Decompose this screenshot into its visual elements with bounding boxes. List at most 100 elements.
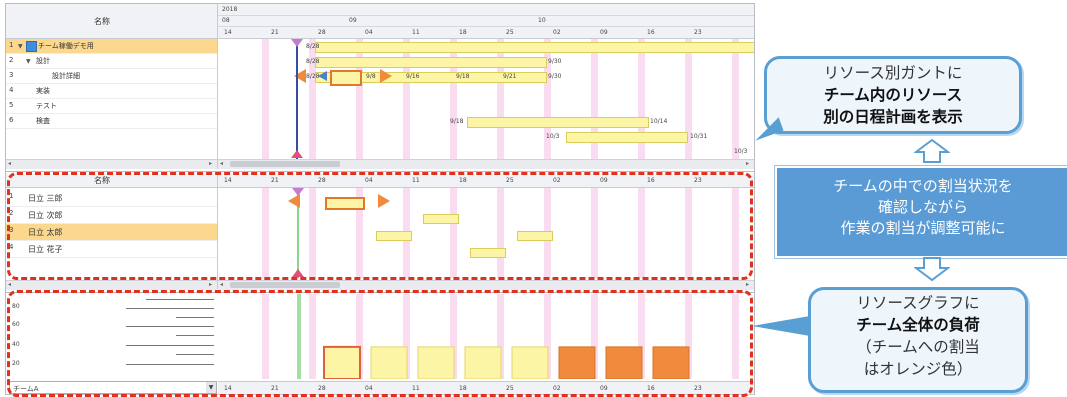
message-line: チームの中での割当状況を bbox=[833, 177, 1013, 195]
scroll-left-icon[interactable]: ◂ bbox=[8, 160, 11, 167]
callout-bottom: リソースグラフに チーム全体の負荷 （チームへの割当 はオレンジ色） bbox=[808, 287, 1028, 393]
day-label: 11 bbox=[412, 29, 420, 36]
horizontal-scrollbar[interactable]: ◂ ▸ bbox=[6, 159, 217, 169]
scroll-left-icon[interactable]: ◂ bbox=[220, 160, 223, 167]
date-label: 10/3 bbox=[546, 133, 560, 140]
timeline-header: 2018 08 09 10 14 21 28 04 11 18 25 02 09… bbox=[218, 4, 754, 39]
day-label: 04 bbox=[365, 29, 373, 36]
date-label: 9/21 bbox=[503, 73, 517, 80]
scroll-right-icon[interactable]: ▸ bbox=[746, 160, 749, 167]
name-column-header: 名称 bbox=[94, 17, 110, 26]
row-number: 5 bbox=[9, 101, 14, 109]
date-label: 9/8 bbox=[366, 73, 376, 80]
row-number: 4 bbox=[9, 86, 14, 94]
callout-line: 別の日程計画を表示 bbox=[823, 108, 963, 126]
day-label: 14 bbox=[224, 29, 232, 36]
date-label: 9/18 bbox=[450, 118, 464, 125]
date-label: 9/18 bbox=[456, 73, 470, 80]
weekend-column bbox=[732, 39, 739, 159]
scroll-right-icon[interactable]: ▸ bbox=[209, 281, 212, 288]
callout-line: （チームへの割当 bbox=[856, 338, 980, 356]
today-marker-icon bbox=[291, 39, 303, 47]
date-label: 9/30 bbox=[548, 73, 562, 80]
header-rule bbox=[218, 15, 754, 16]
date-label: 10/31 bbox=[690, 133, 708, 140]
callout-line: チーム全体の負荷 bbox=[856, 316, 980, 334]
today-marker-icon bbox=[291, 150, 303, 158]
scroll-left-icon[interactable]: ◂ bbox=[220, 281, 223, 288]
task-row[interactable]: 6 検査 bbox=[6, 114, 217, 129]
callout-line: チーム内のリソース bbox=[823, 86, 963, 104]
top-name-header: 名称 bbox=[6, 4, 217, 39]
scroll-right-icon[interactable]: ▸ bbox=[746, 281, 749, 288]
task-label: 実装 bbox=[36, 87, 50, 95]
project-icon bbox=[26, 41, 37, 52]
month-label: 08 bbox=[222, 17, 230, 24]
today-line bbox=[296, 39, 298, 159]
collapse-icon[interactable]: ▼ bbox=[18, 43, 23, 50]
move-right-arrow-icon[interactable] bbox=[380, 69, 392, 83]
center-message-box: チームの中での割当状況を 確認しながら 作業の割当が調整可能に bbox=[775, 166, 1067, 258]
header-rule bbox=[218, 26, 754, 27]
day-label: 18 bbox=[459, 29, 467, 36]
callout-line: リソース別ガントに bbox=[823, 64, 963, 82]
task-bar[interactable] bbox=[566, 132, 688, 143]
collapse-icon[interactable]: ▼ bbox=[26, 58, 31, 65]
scroll-left-icon[interactable]: ◂ bbox=[8, 281, 11, 288]
task-row[interactable]: 1 ▼ チーム稼働デモ用 bbox=[6, 39, 217, 54]
task-bar[interactable] bbox=[467, 117, 649, 128]
date-label: 8/28 bbox=[306, 58, 320, 65]
task-bar[interactable] bbox=[315, 57, 547, 68]
day-label: 28 bbox=[318, 29, 326, 36]
day-label: 23 bbox=[694, 29, 702, 36]
date-label: 10/14 bbox=[650, 118, 668, 125]
selected-segment[interactable] bbox=[330, 70, 362, 86]
task-label: チーム稼働デモ用 bbox=[38, 42, 94, 50]
task-row[interactable]: 3 設計詳細 bbox=[6, 69, 217, 84]
task-label: 設計詳細 bbox=[52, 72, 80, 80]
task-row[interactable]: 2 ▼ 設計 bbox=[6, 54, 217, 69]
scroll-thumb[interactable] bbox=[230, 161, 340, 167]
date-label: 9/16 bbox=[406, 73, 420, 80]
resize-handle-icon[interactable] bbox=[318, 71, 327, 81]
task-label: 検査 bbox=[36, 117, 50, 125]
task-gantt-body: 8/28 8/28 9/30 8/28 9/8 9/16 9/18 9/21 9… bbox=[218, 39, 754, 159]
task-row[interactable]: 5 テスト bbox=[6, 99, 217, 114]
month-label: 09 bbox=[349, 17, 357, 24]
horizontal-scrollbar[interactable]: ◂ ▸ bbox=[218, 280, 754, 290]
scroll-thumb[interactable] bbox=[230, 282, 340, 288]
date-label: 10/3 bbox=[734, 148, 748, 155]
row-number: 3 bbox=[9, 71, 14, 79]
message-line: 作業の割当が調整可能に bbox=[840, 219, 1006, 237]
summary-bar[interactable] bbox=[315, 42, 754, 53]
callout-line: はオレンジ色） bbox=[863, 360, 973, 378]
task-label: テスト bbox=[36, 102, 57, 110]
day-label: 25 bbox=[506, 29, 514, 36]
row-number: 6 bbox=[9, 116, 14, 124]
day-label: 09 bbox=[600, 29, 608, 36]
task-row[interactable]: 4 実装 bbox=[6, 84, 217, 99]
day-label: 21 bbox=[271, 29, 279, 36]
row-number: 1 bbox=[9, 41, 14, 49]
callout-pointer bbox=[750, 117, 784, 141]
callout-top: リソース別ガントに チーム内のリソース 別の日程計画を表示 bbox=[764, 56, 1022, 134]
year-label: 2018 bbox=[222, 6, 238, 13]
row-number: 2 bbox=[9, 56, 14, 64]
message-line: 確認しながら bbox=[877, 198, 968, 216]
highlight-frame-middle bbox=[7, 172, 753, 280]
weekend-column bbox=[262, 39, 269, 159]
date-label: 9/30 bbox=[548, 58, 562, 65]
highlight-frame-bottom bbox=[7, 290, 753, 397]
month-label: 10 bbox=[538, 17, 546, 24]
day-label: 02 bbox=[553, 29, 561, 36]
callout-line: リソースグラフに bbox=[856, 294, 980, 312]
date-label: 8/28 bbox=[306, 43, 320, 50]
down-arrow-icon bbox=[914, 257, 950, 282]
day-label: 16 bbox=[647, 29, 655, 36]
horizontal-scrollbar[interactable]: ◂ ▸ bbox=[6, 280, 217, 290]
callout-pointer bbox=[752, 316, 810, 336]
horizontal-scrollbar[interactable]: ◂ ▸ bbox=[218, 159, 754, 169]
up-arrow-icon bbox=[914, 138, 950, 163]
task-label: 設計 bbox=[36, 57, 50, 65]
scroll-right-icon[interactable]: ▸ bbox=[209, 160, 212, 167]
